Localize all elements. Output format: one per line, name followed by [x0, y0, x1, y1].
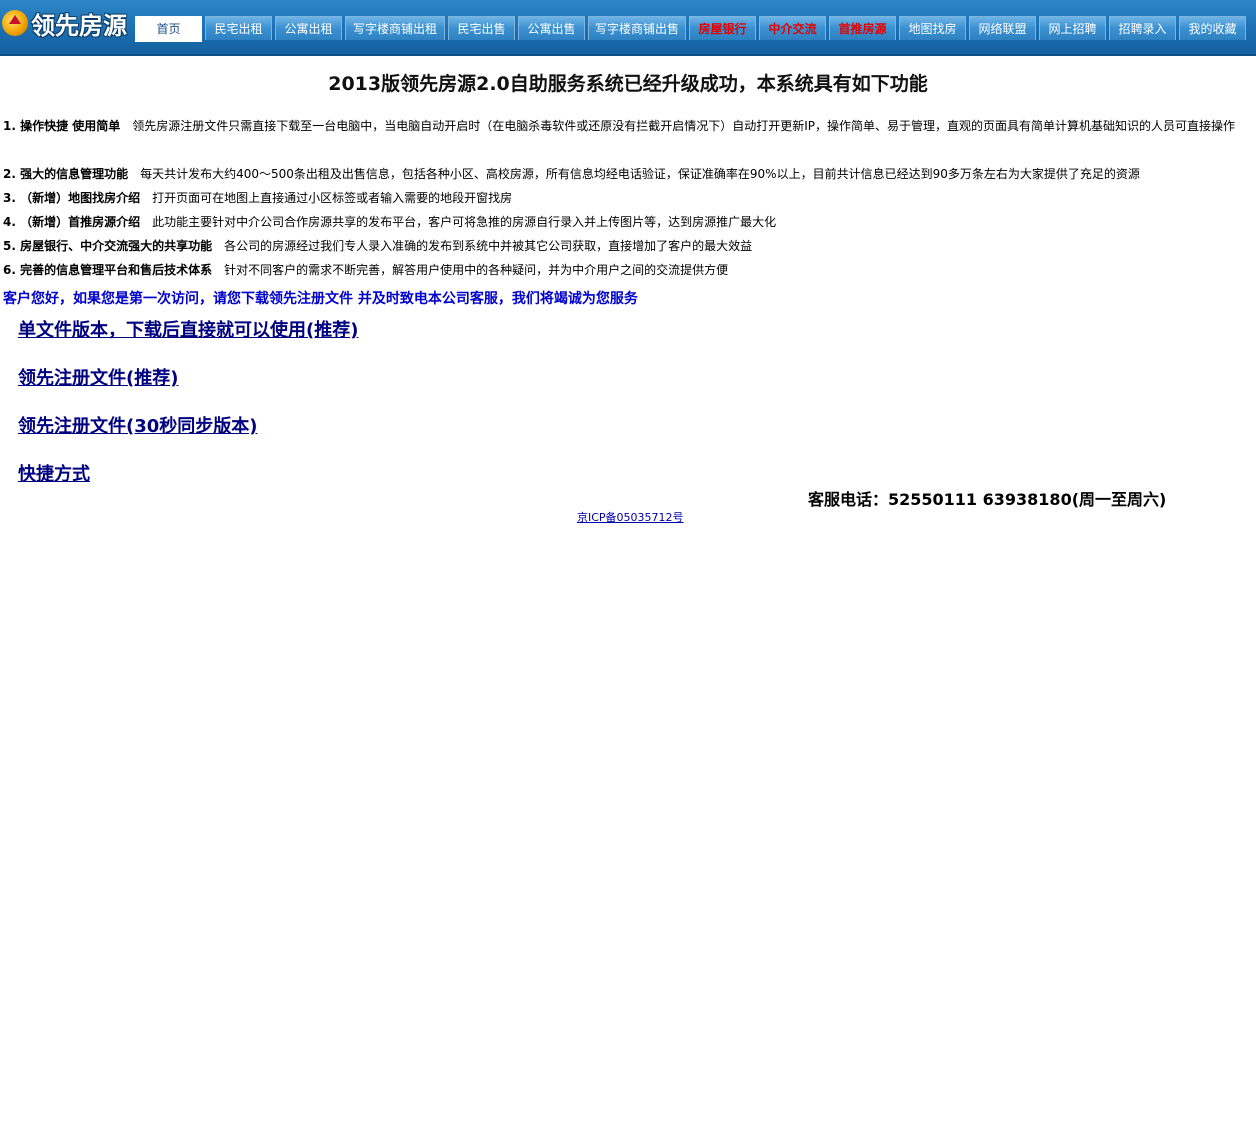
nav-tab-online-recruitment[interactable]: 网上招聘	[1039, 16, 1106, 40]
nav-tab-apartment-sale[interactable]: 公寓出售	[518, 16, 585, 40]
nav-tab-residential-rent[interactable]: 民宅出租	[205, 16, 272, 40]
nav-tab-home[interactable]: 首页	[135, 16, 202, 42]
nav-tab-agent-exchange[interactable]: 中介交流	[759, 16, 826, 40]
feature-heading: 6. 完善的信息管理平台和售后技术体系	[3, 263, 213, 277]
feature-item: 5. 房屋银行、中介交流强大的共享功能 各公司的房源经过我们专人录入准确的发布到系…	[3, 234, 1248, 258]
feature-item: 1. 操作快捷 使用简单 领先房源注册文件只需直接下载至一台电脑中，当电脑自动开启…	[3, 114, 1248, 138]
download-registration-file-link[interactable]: 领先注册文件(推荐)	[18, 364, 178, 390]
top-navigation-bar: 领先房源 首页 民宅出租 公寓出租 写字楼商铺出租 民宅出售 公寓出售 写字楼商…	[0, 0, 1256, 56]
download-shortcut-link[interactable]: 快捷方式	[18, 460, 90, 486]
download-single-file-link[interactable]: 单文件版本，下载后直接就可以使用(推荐)	[18, 316, 358, 342]
logo-text: 领先房源	[31, 11, 127, 40]
nav-tab-apartment-rent[interactable]: 公寓出租	[275, 16, 342, 40]
nav-tab-office-shop-rent[interactable]: 写字楼商铺出租	[345, 16, 445, 40]
feature-heading: 5. 房屋银行、中介交流强大的共享功能	[3, 239, 213, 253]
nav-tab-my-favorites[interactable]: 我的收藏	[1179, 16, 1246, 40]
nav-tab-residential-sale[interactable]: 民宅出售	[448, 16, 515, 40]
feature-text: 打开页面可在地图上直接通过小区标签或者输入需要的地段开窗找房	[152, 191, 513, 205]
feature-item: 4. （新增）首推房源介绍 此功能主要针对中介公司合作房源共享的发布平台，客户可将…	[3, 210, 1248, 234]
icp-license-link[interactable]: 京ICP备05035712号	[577, 509, 684, 525]
feature-text: 每天共计发布大约400～500条出租及出售信息，包括各种小区、高校房源，所有信息…	[140, 167, 1140, 181]
first-visit-notice: 客户您好，如果您是第一次访问，请您下载领先注册文件 并及时致电本公司客服，我们将…	[3, 291, 638, 307]
feature-text: 领先房源注册文件只需直接下载至一台电脑中，当电脑自动开启时（在电脑杀毒软件或还原…	[132, 119, 1236, 133]
nav-tab-office-shop-sale[interactable]: 写字楼商铺出售	[588, 16, 686, 40]
feature-text: 各公司的房源经过我们专人录入准确的发布到系统中并被其它公司获取，直接增加了客户的…	[224, 239, 753, 253]
nav-tab-recruitment-entry[interactable]: 招聘录入	[1109, 16, 1176, 40]
feature-heading: 3. （新增）地图找房介绍	[3, 191, 141, 205]
nav-tab-network-alliance[interactable]: 网络联盟	[969, 16, 1036, 40]
feature-heading: 1. 操作快捷 使用简单	[3, 119, 121, 133]
nav-tab-featured-listings[interactable]: 首推房源	[829, 16, 896, 40]
feature-text: 针对不同客户的需求不断完善，解答用户使用中的各种疑问，并为中介用户之间的交流提供…	[224, 263, 729, 277]
nav-tab-housing-bank[interactable]: 房屋银行	[689, 16, 756, 40]
feature-item: 6. 完善的信息管理平台和售后技术体系 针对不同客户的需求不断完善，解答用户使用中…	[3, 258, 1248, 282]
page-title: 2013版领先房源2.0自助服务系统已经升级成功，本系统具有如下功能	[328, 73, 928, 95]
feature-item: 2. 强大的信息管理功能 每天共计发布大约400～500条出租及出售信息，包括各种…	[3, 162, 1248, 186]
site-logo[interactable]: 领先房源	[0, 3, 135, 43]
feature-heading: 2. 强大的信息管理功能	[3, 167, 129, 181]
main-nav: 首页 民宅出租 公寓出租 写字楼商铺出租 民宅出售 公寓出售 写字楼商铺出售 房…	[135, 16, 1249, 42]
download-sync-version-link[interactable]: 领先注册文件(30秒同步版本)	[18, 412, 258, 438]
feature-heading: 4. （新增）首推房源介绍	[3, 215, 141, 229]
customer-service-phone: 客服电话：52550111 63938180(周一至周六)	[808, 490, 1167, 509]
logo-emblem-icon	[2, 10, 28, 36]
feature-item: 3. （新增）地图找房介绍 打开页面可在地图上直接通过小区标签或者输入需要的地段开…	[3, 186, 1248, 210]
nav-tab-map-search[interactable]: 地图找房	[899, 16, 966, 40]
feature-text: 此功能主要针对中介公司合作房源共享的发布平台，客户可将急推的房源自行录入并上传图…	[152, 215, 777, 229]
